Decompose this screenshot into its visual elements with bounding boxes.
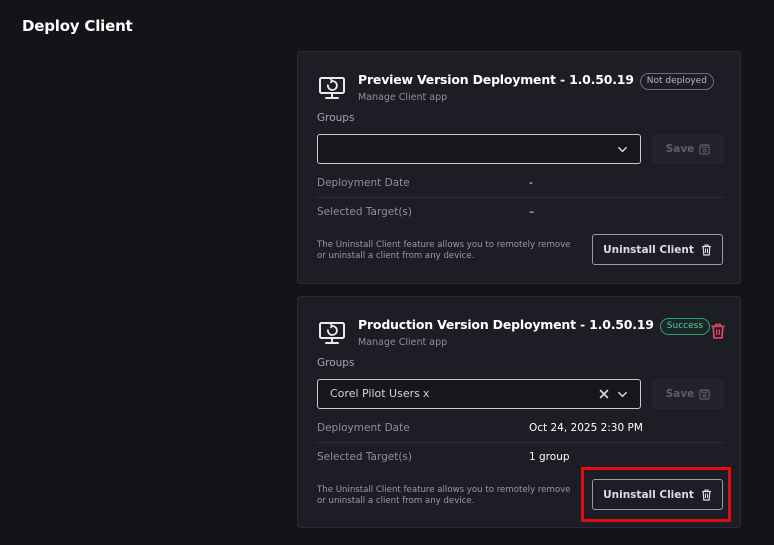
group-chip-label: Corel Pilot Users	[330, 387, 420, 400]
group-chip: Corel Pilot Users x	[330, 387, 429, 400]
monitor-refresh-icon	[319, 322, 345, 344]
deployment-title: Preview Version Deployment - 1.0.50.19	[358, 72, 634, 87]
uninstall-label: Uninstall Client	[603, 243, 694, 256]
save-label: Save	[665, 143, 695, 155]
card-title: Preview Version Deployment - 1.0.50.19 No…	[358, 72, 714, 90]
chevron-down-icon[interactable]	[617, 144, 628, 155]
trash-icon	[701, 243, 711, 256]
field-label: Deployment Date	[317, 177, 410, 189]
trash-icon[interactable]	[710, 323, 726, 339]
uninstall-label: Uninstall Client	[603, 488, 694, 501]
status-badge: Not deployed	[639, 73, 714, 90]
groups-label: Groups	[317, 357, 355, 369]
uninstall-note: The Uninstall Client feature allows you …	[317, 240, 571, 261]
groups-label: Groups	[317, 112, 355, 124]
save-label: Save	[665, 388, 695, 400]
deployment-date-row: Deployment Date -	[317, 169, 723, 198]
floppy-disk-icon	[699, 388, 710, 400]
page-title: Deploy Client	[22, 17, 133, 35]
selected-targets-row: Selected Target(s) –	[317, 198, 723, 227]
card-header: Preview Version Deployment - 1.0.50.19 No…	[317, 72, 726, 108]
field-label: Selected Target(s)	[317, 206, 413, 218]
selected-targets-row: Selected Target(s) 1 group	[317, 443, 723, 472]
close-icon[interactable]	[598, 388, 610, 400]
trash-icon	[701, 488, 711, 501]
deployment-title: Production Version Deployment - 1.0.50.1…	[358, 317, 654, 332]
preview-deployment-card: Preview Version Deployment - 1.0.50.19 No…	[297, 51, 741, 284]
field-value: -	[529, 177, 533, 189]
status-badge: Success	[659, 318, 711, 335]
save-button[interactable]: Save	[653, 379, 723, 409]
uninstall-note: The Uninstall Client feature allows you …	[317, 485, 571, 506]
field-value: 1 group	[529, 451, 570, 463]
deployment-date-row: Deployment Date Oct 24, 2025 2:30 PM	[317, 414, 723, 443]
save-button[interactable]: Save	[653, 134, 723, 164]
field-value: –	[529, 206, 535, 218]
production-deployment-card: Production Version Deployment - 1.0.50.1…	[297, 296, 741, 528]
card-header: Production Version Deployment - 1.0.50.1…	[317, 317, 726, 353]
chip-remove-button[interactable]: x	[423, 387, 430, 400]
uninstall-client-button[interactable]: Uninstall Client	[592, 234, 723, 265]
field-value: Oct 24, 2025 2:30 PM	[529, 422, 643, 434]
floppy-disk-icon	[699, 143, 710, 155]
card-subtitle: Manage Client app	[358, 337, 448, 348]
card-subtitle: Manage Client app	[358, 92, 448, 103]
groups-select[interactable]	[317, 134, 641, 164]
field-label: Deployment Date	[317, 422, 410, 434]
groups-select[interactable]: Corel Pilot Users x	[317, 379, 641, 409]
field-label: Selected Target(s)	[317, 451, 413, 463]
uninstall-client-button[interactable]: Uninstall Client	[592, 479, 723, 510]
monitor-refresh-icon	[319, 77, 345, 99]
chevron-down-icon[interactable]	[617, 389, 628, 400]
card-title: Production Version Deployment - 1.0.50.1…	[358, 317, 711, 335]
